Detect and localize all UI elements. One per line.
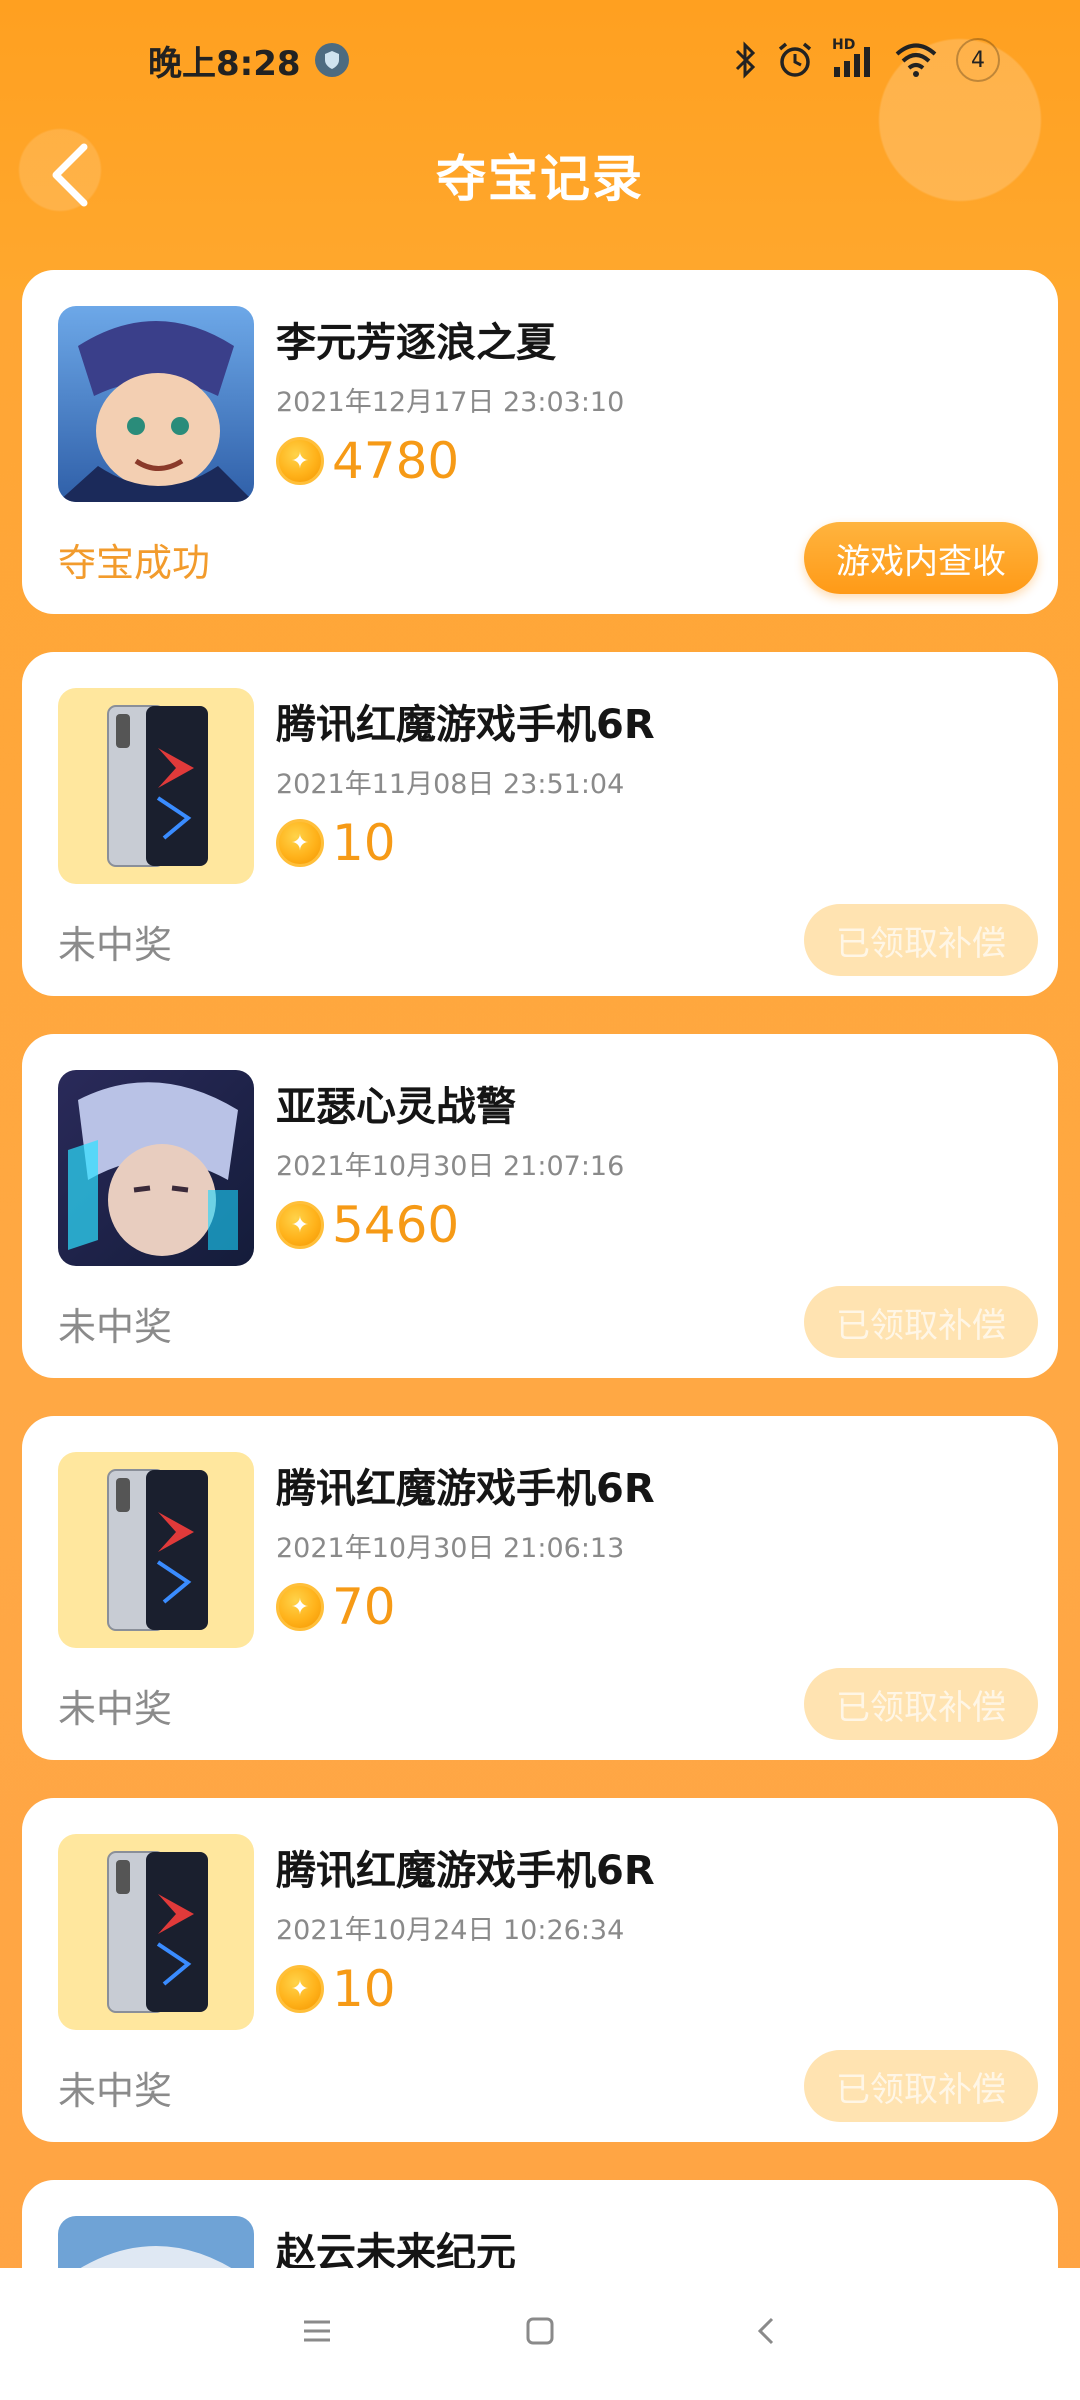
coin-amount: 5460 <box>332 1196 460 1254</box>
phone-icon <box>58 1452 254 1648</box>
wifi-icon <box>894 43 938 77</box>
back-button[interactable] <box>30 130 110 220</box>
record-card[interactable]: 腾讯红魔游戏手机6R 2021年11月08日 23:51:04 ✦ 10 未中奖… <box>22 652 1058 996</box>
record-card[interactable]: 亚瑟心灵战警 2021年10月30日 21:07:16 ✦ 5460 未中奖 已… <box>22 1034 1058 1378</box>
record-card[interactable]: 李元芳逐浪之夏 2021年12月17日 23:03:10 ✦ 4780 夺宝成功… <box>22 270 1058 614</box>
item-name: 李元芳逐浪之夏 <box>276 320 556 366</box>
coin-row: ✦ 4780 <box>276 432 459 490</box>
page-header: 夺宝记录 <box>0 120 1080 230</box>
result-status: 未中奖 <box>58 1305 173 1349</box>
coin-row: ✦ 10 <box>276 814 396 872</box>
compensation-claimed-button[interactable]: 已领取补偿 <box>804 1286 1038 1358</box>
coin-row: ✦ 5460 <box>276 1196 459 1254</box>
coin-row: ✦ 10 <box>276 1960 396 2018</box>
coin-icon: ✦ <box>276 819 324 867</box>
notification-count: 4 <box>956 38 1000 82</box>
result-status: 未中奖 <box>58 2069 173 2113</box>
coin-amount: 10 <box>332 1960 396 2018</box>
item-name: 腾讯红魔游戏手机6R <box>276 702 655 748</box>
compensation-claimed-button[interactable]: 已领取补偿 <box>804 1668 1038 1740</box>
coin-amount: 10 <box>332 814 396 872</box>
compensation-claimed-button[interactable]: 已领取补偿 <box>804 2050 1038 2122</box>
status-time-group: 晚上8:28 <box>148 36 349 85</box>
phone-icon <box>58 688 254 884</box>
record-card[interactable]: 腾讯红魔游戏手机6R 2021年10月30日 21:06:13 ✦ 70 未中奖… <box>22 1416 1058 1760</box>
alarm-icon <box>776 41 814 79</box>
phone-icon <box>58 1834 254 2030</box>
status-icons: HD 4 <box>734 37 1000 82</box>
status-bar: 晚上8:28 HD 4 <box>0 0 1080 120</box>
status-time: 晚上8:28 <box>148 43 301 84</box>
bluetooth-icon <box>734 41 758 79</box>
menu-icon[interactable] <box>300 2314 334 2352</box>
coin-icon: ✦ <box>276 1201 324 1249</box>
compensation-claimed-button[interactable]: 已领取补偿 <box>804 904 1038 976</box>
coin-row: ✦ 70 <box>276 1578 396 1636</box>
result-status: 未中奖 <box>58 1687 173 1731</box>
coin-icon: ✦ <box>276 1965 324 2013</box>
system-nav-bar <box>0 2268 1080 2400</box>
item-name: 腾讯红魔游戏手机6R <box>276 1466 655 1512</box>
item-time: 2021年10月30日 21:06:13 <box>276 1533 625 1564</box>
back-icon[interactable] <box>750 2314 784 2352</box>
result-status: 未中奖 <box>58 923 173 967</box>
item-time: 2021年12月17日 23:03:10 <box>276 387 625 418</box>
page-title: 夺宝记录 <box>436 150 644 208</box>
network-label: HD <box>832 37 856 53</box>
result-status: 夺宝成功 <box>58 541 211 585</box>
item-time: 2021年10月30日 21:07:16 <box>276 1151 625 1182</box>
hero-yuanfang-icon <box>58 306 254 502</box>
signal-icon: HD <box>832 37 876 77</box>
item-name: 亚瑟心灵战警 <box>276 1084 516 1130</box>
coin-amount: 70 <box>332 1578 396 1636</box>
check-in-game-button[interactable]: 游戏内查收 <box>804 522 1038 594</box>
chevron-left-icon <box>52 143 88 207</box>
coin-icon: ✦ <box>276 1583 324 1631</box>
item-time: 2021年10月24日 10:26:34 <box>276 1915 625 1946</box>
hero-arthur-icon <box>58 1070 254 1266</box>
home-icon[interactable] <box>523 2314 557 2352</box>
record-list[interactable]: 李元芳逐浪之夏 2021年12月17日 23:03:10 ✦ 4780 夺宝成功… <box>22 270 1058 2400</box>
coin-icon: ✦ <box>276 437 324 485</box>
shield-icon <box>314 43 349 77</box>
item-name: 腾讯红魔游戏手机6R <box>276 1848 655 1894</box>
coin-amount: 4780 <box>332 432 460 490</box>
item-time: 2021年11月08日 23:51:04 <box>276 769 625 800</box>
record-card[interactable]: 腾讯红魔游戏手机6R 2021年10月24日 10:26:34 ✦ 10 未中奖… <box>22 1798 1058 2142</box>
